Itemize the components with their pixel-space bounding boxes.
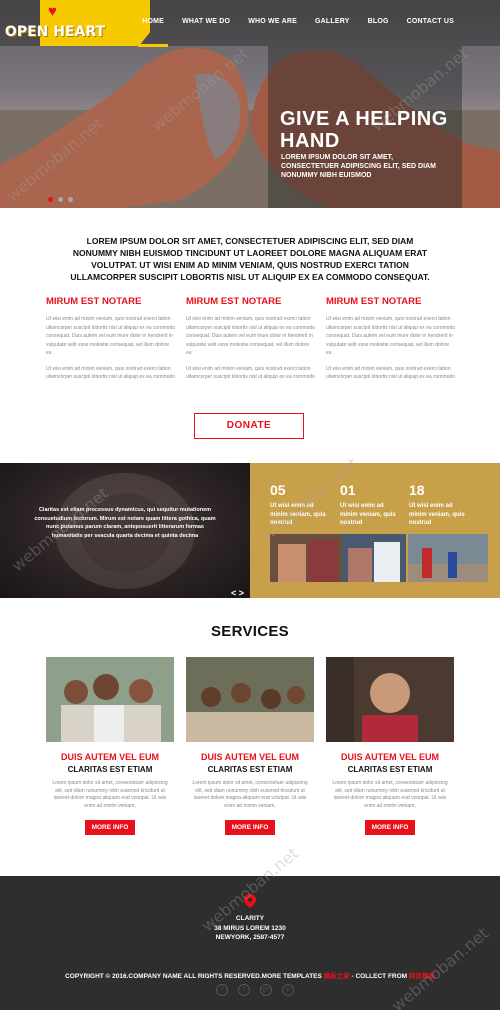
feature-text: Ut wisi enim ad minim veniam, quis nostr…	[46, 365, 175, 381]
service-card: DUIS AUTEM VEL EUM CLARITAS EST ETIAM Lo…	[326, 657, 454, 835]
main-nav: HOME WHAT WE DO WHO WE ARE GALLERY BLOG …	[138, 18, 454, 47]
twitter-icon[interactable]: t	[238, 984, 250, 996]
service-image-girl	[326, 657, 454, 742]
slider-dot[interactable]	[58, 197, 63, 202]
carousel-arrows[interactable]: < >	[231, 588, 244, 598]
more-info-button[interactable]: MORE INFO	[364, 820, 416, 835]
service-subtitle: CLARITAS EST ETIAM	[207, 765, 293, 774]
service-title: DUIS AUTEM VEL EUM	[200, 752, 299, 762]
copyright-text: - COLLECT FROM	[351, 973, 408, 980]
collect-link[interactable]: 网页模板	[409, 973, 435, 980]
service-text: Lorem ipsum dolor sit amet, consectetuer…	[192, 780, 308, 809]
stat-number: 18	[409, 482, 425, 498]
facebook-icon[interactable]: f	[216, 984, 228, 996]
feature-column: MIRUM EST NOTARE Ut wisi enim ad minim v…	[46, 296, 176, 389]
nav-contact-us[interactable]: CONTACT US	[407, 18, 454, 25]
service-text: Lorem ipsum dolor sit amet, consectetuer…	[332, 780, 448, 809]
social-links: f t g+ p	[216, 984, 294, 996]
service-subtitle: CLARITAS EST ETIAM	[347, 765, 433, 774]
footer-address: CLARITY 38 MIRUS LOREM 1230 NEWYORK, 258…	[0, 914, 500, 943]
feature-title: MIRUM EST NOTARE	[326, 296, 422, 307]
service-image-children	[46, 657, 174, 742]
stat-number: 01	[340, 482, 356, 498]
more-info-button[interactable]: MORE INFO	[84, 820, 136, 835]
stat-number: 05	[270, 482, 286, 498]
donate-button[interactable]: DONATE	[194, 413, 304, 439]
nav-who-we-are[interactable]: WHO WE ARE	[248, 18, 297, 25]
feature-text: Ut wisi enim ad minim veniam, quis nostr…	[46, 316, 175, 356]
service-text: Lorem ipsum dolor sit amet, consectetuer…	[52, 780, 168, 809]
address-line: NEWYORK, 2587-4577	[215, 934, 285, 941]
nav-gallery[interactable]: GALLERY	[315, 18, 350, 25]
nav-home[interactable]: HOME	[138, 18, 168, 47]
stat-block: 01 Ut wisi enim ad minim veniam, quis no…	[340, 482, 400, 528]
service-title: DUIS AUTEM VEL EUM	[340, 752, 439, 762]
feature-column: MIRUM EST NOTARE Ut wisi enim ad minim v…	[186, 296, 316, 389]
slider-dot[interactable]	[48, 197, 53, 202]
stat-image-volunteer	[342, 534, 406, 582]
intro-text: LOREM IPSUM DOLOR SIT AMET, CONSECTETUER…	[70, 236, 430, 282]
hero-title: GIVE A HELPING HAND	[280, 108, 448, 152]
map-pin-icon	[244, 894, 256, 908]
stat-label: Ut wisi enim ad minim veniam, quis nostr…	[409, 503, 465, 526]
service-card: DUIS AUTEM VEL EUM CLARITAS EST ETIAM Lo…	[46, 657, 174, 835]
stat-image-child	[270, 534, 342, 582]
pinterest-icon[interactable]: p	[282, 984, 294, 996]
feature-text: Ut wisi enim ad minim veniam, quis nostr…	[326, 316, 455, 356]
nav-blog[interactable]: BLOG	[368, 18, 389, 25]
copyright-text: COPYRIGHT © 2016.COMPANY NAME ALL RIGHTS…	[65, 973, 322, 980]
templates-link[interactable]: 模板之家	[324, 973, 350, 980]
service-image-classroom	[186, 657, 314, 742]
feature-column: MIRUM EST NOTARE Ut wisi enim ad minim v…	[326, 296, 456, 389]
more-info-button[interactable]: MORE INFO	[224, 820, 276, 835]
google-plus-icon[interactable]: g+	[260, 984, 272, 996]
nav-what-we-do[interactable]: WHAT WE DO	[182, 18, 230, 25]
stat-image-street	[408, 534, 488, 582]
address-line: 38 MIRUS LOREM 1230	[214, 924, 286, 932]
slider-dot[interactable]	[68, 197, 73, 202]
feature-title: MIRUM EST NOTARE	[46, 296, 142, 307]
feature-text: Ut wisi enim ad minim veniam, quis nostr…	[186, 316, 315, 356]
service-card: DUIS AUTEM VEL EUM CLARITAS EST ETIAM Lo…	[186, 657, 314, 835]
address-line: CLARITY	[235, 915, 265, 922]
stat-block: 05 Ut wisi enim ad minim veniam, quis no…	[270, 482, 330, 528]
logo-text: OPEN HEART	[4, 24, 106, 40]
stat-label: Ut wisi enim ad minim veniam, quis nostr…	[340, 503, 396, 526]
slider-dots	[48, 197, 73, 202]
service-subtitle: CLARITAS EST ETIAM	[67, 765, 153, 774]
stat-block: 18 Ut wisi enim ad minim veniam, quis no…	[409, 482, 469, 528]
stat-label: Ut wisi enim ad minim veniam, quis nostr…	[270, 503, 326, 526]
feature-title: MIRUM EST NOTARE	[186, 296, 282, 307]
feature-text: Ut wisi enim ad minim veniam, quis nostr…	[326, 365, 455, 381]
heart-icon: ♥	[48, 3, 57, 20]
service-title: DUIS AUTEM VEL EUM	[60, 752, 159, 762]
feature-columns: MIRUM EST NOTARE Ut wisi enim ad minim v…	[46, 296, 456, 389]
hero-subtitle: LOREM IPSUM DOLOR SIT AMET, CONSECTETUER…	[281, 154, 436, 179]
quote-text: Claritas est etiam processus dynamicus, …	[34, 507, 216, 539]
copyright: COPYRIGHT © 2016.COMPANY NAME ALL RIGHTS…	[0, 970, 500, 980]
feature-text: Ut wisi enim ad minim veniam, quis nostr…	[186, 365, 315, 381]
services-heading: SERVICES	[211, 623, 289, 640]
